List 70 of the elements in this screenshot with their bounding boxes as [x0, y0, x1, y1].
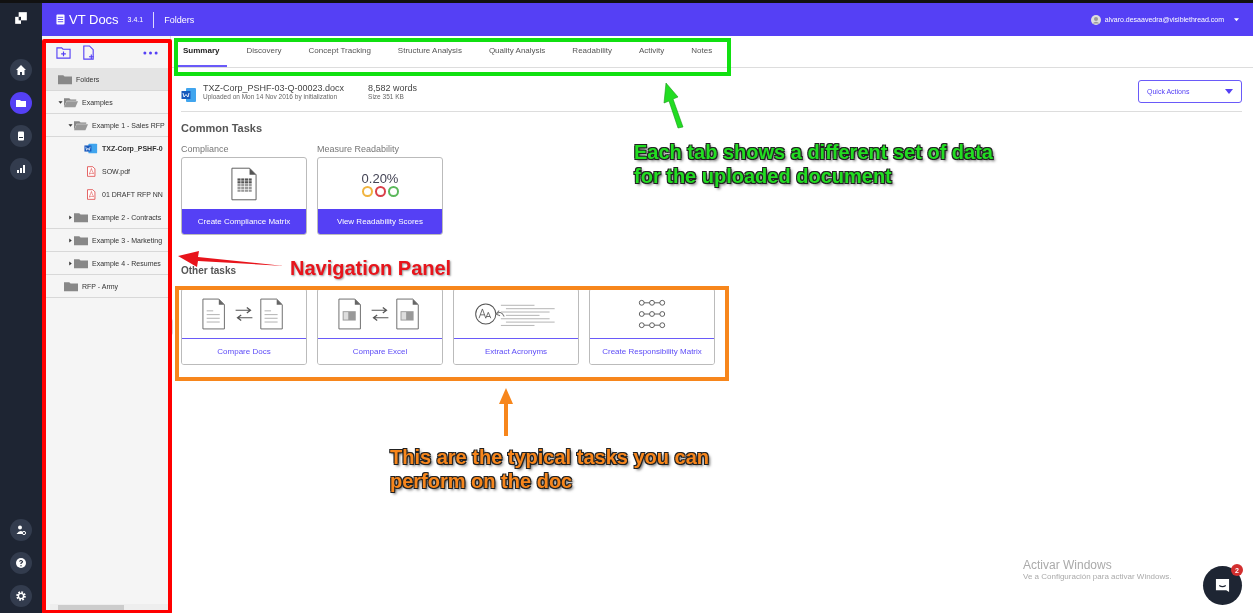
- tab[interactable]: Summary: [175, 36, 228, 67]
- node-network-icon: [638, 297, 666, 330]
- breadcrumb: Folders: [164, 14, 195, 25]
- tab[interactable]: Activity: [630, 36, 673, 67]
- activation-message: Ve a Configuración para activar Windows.: [1023, 572, 1172, 581]
- annotation-text: Each tab shows a different set of data for the uploaded document: [634, 140, 993, 188]
- new-folder-icon[interactable]: [56, 45, 71, 60]
- word-count: 8,582 words: [368, 82, 418, 93]
- card-caption: Compliance: [181, 144, 230, 154]
- pdf-file-icon: [84, 189, 98, 200]
- folder-icon: [64, 96, 78, 108]
- home-icon: [15, 64, 27, 76]
- folder-icon: [74, 257, 88, 269]
- caret-icon: [67, 237, 73, 243]
- sidebar-button[interactable]: [10, 585, 32, 607]
- activation-title: Activar Windows: [1023, 558, 1113, 572]
- caret-icon: [67, 260, 73, 266]
- caret-icon: [1225, 88, 1233, 94]
- annotation-text: This are the typical tasks you can perform on the doc: [390, 445, 709, 493]
- chat-button[interactable]: [1203, 566, 1242, 605]
- document-name: TXZ-Corp_PSHF-03-Q-00023.docx: [203, 82, 345, 93]
- logo-icon[interactable]: [14, 11, 28, 25]
- card-caption: Measure Readability: [317, 144, 401, 154]
- help-icon: [15, 557, 27, 569]
- sidebar-button[interactable]: [10, 552, 32, 574]
- section-title: Other tasks: [181, 265, 237, 276]
- folder-icon: [64, 280, 78, 292]
- compare-documents-icon: [202, 297, 286, 330]
- document-icon: [15, 130, 27, 142]
- sidebar-button[interactable]: [10, 158, 32, 180]
- new-file-icon[interactable]: [81, 45, 96, 60]
- scrollbar[interactable]: [50, 604, 168, 613]
- word-document-icon: [84, 143, 98, 154]
- user-settings-icon: [15, 524, 27, 536]
- word-document-icon: [181, 87, 197, 103]
- sidebar-button[interactable]: [10, 125, 32, 147]
- tab[interactable]: Quality Analysis: [480, 36, 554, 67]
- readability-score: 0.20%: [361, 170, 399, 186]
- document-icon: [56, 14, 65, 25]
- annotation-arrow: [496, 386, 516, 438]
- sidebar-button[interactable]: [10, 519, 32, 541]
- caret-icon: [67, 122, 73, 128]
- section-title: Common Tasks: [181, 122, 263, 134]
- chat-icon: [1215, 578, 1230, 593]
- tab[interactable]: Readability: [564, 36, 620, 67]
- task-button[interactable]: View Readability Scores: [318, 209, 442, 234]
- folder-icon: [74, 119, 88, 131]
- folder-icon: [74, 234, 88, 246]
- task-button[interactable]: Create Compliance Matrix: [182, 209, 306, 234]
- pdf-file-icon: [84, 166, 98, 177]
- caret-icon: [1234, 17, 1239, 22]
- tab[interactable]: Notes: [683, 36, 721, 67]
- caret-icon: [67, 214, 73, 220]
- tab[interactable]: Concept Tracking: [300, 36, 379, 67]
- compare-spreadsheets-icon: [338, 297, 422, 330]
- sidebar-button[interactable]: [10, 59, 32, 81]
- caret-icon: [57, 99, 63, 105]
- settings-icon: [15, 590, 27, 602]
- tab[interactable]: Structure Analysis: [389, 36, 470, 67]
- bar-chart-icon: [15, 163, 27, 175]
- spreadsheet-document-icon: [231, 165, 257, 202]
- tab[interactable]: Discovery: [238, 36, 290, 67]
- folder-icon: [74, 211, 88, 223]
- folder-icon: [15, 97, 27, 109]
- folder-icon: [58, 73, 72, 85]
- annotation-text: Navigation Panel: [290, 256, 452, 280]
- sidebar-button[interactable]: [10, 92, 32, 114]
- more-icon[interactable]: [143, 50, 158, 55]
- avatar-icon: [1090, 14, 1101, 25]
- app-title: VT Docs: [69, 12, 119, 27]
